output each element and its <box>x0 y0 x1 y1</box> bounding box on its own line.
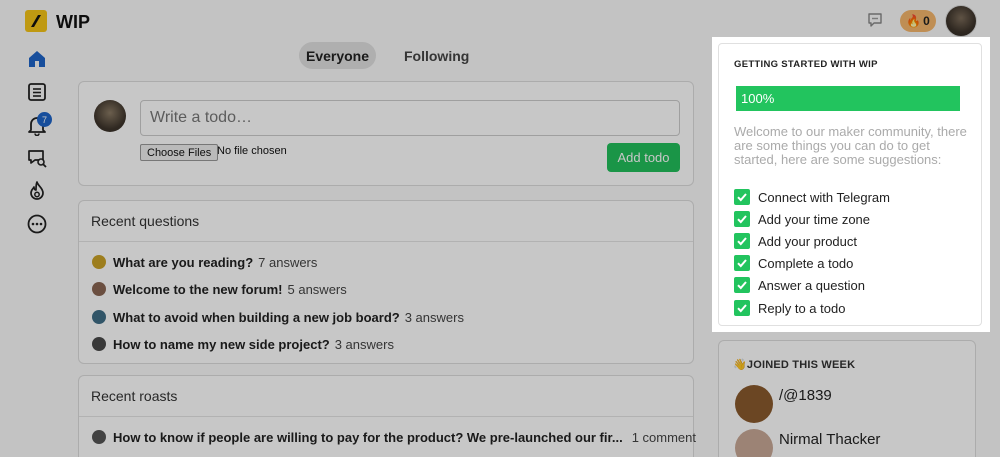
logo-icon[interactable] <box>25 10 47 32</box>
user-name[interactable]: /@1839 <box>779 387 832 404</box>
file-status-text: No file chosen <box>217 145 287 157</box>
app-title[interactable]: WIP <box>56 12 90 33</box>
user-avatar[interactable] <box>945 5 977 37</box>
checklist-item[interactable]: Complete a todo <box>734 253 853 273</box>
progress-label: 100% <box>741 91 775 106</box>
avatar <box>92 430 106 444</box>
checklist-item[interactable]: Connect with Telegram <box>734 187 890 207</box>
choose-files-button[interactable]: Choose Files <box>140 144 219 161</box>
streak-badge[interactable]: 🔥 0 <box>900 10 936 32</box>
recent-questions-heading: Recent questions <box>79 201 693 242</box>
list-item[interactable]: How to know if people are willing to pay… <box>92 427 696 447</box>
list-item[interactable]: What to avoid when building a new job bo… <box>92 307 464 327</box>
home-icon[interactable] <box>25 47 49 71</box>
user-name[interactable]: Nirmal Thacker <box>779 431 880 448</box>
checkbox-checked-icon[interactable] <box>734 255 750 271</box>
add-todo-button[interactable]: Add todo <box>607 143 680 172</box>
checkbox-checked-icon[interactable] <box>734 277 750 293</box>
tab-following[interactable]: Following <box>394 42 479 69</box>
recent-roasts-card: Recent roasts How to know if people are … <box>78 375 696 457</box>
list-item[interactable]: How to name my new side project? 3 answe… <box>92 334 394 354</box>
more-icon[interactable] <box>25 212 49 236</box>
fire-icon: 🔥 <box>906 14 922 28</box>
tab-everyone[interactable]: Everyone <box>299 42 376 69</box>
getting-started-popover: GETTING STARTED WITH WIP 100% Welcome to… <box>712 37 990 332</box>
avatar <box>92 337 106 351</box>
chat-icon[interactable] <box>866 11 884 29</box>
notification-badge: 7 <box>37 112 52 127</box>
checkbox-checked-icon[interactable] <box>734 300 750 316</box>
checkbox-checked-icon[interactable] <box>734 189 750 205</box>
list-icon[interactable] <box>25 80 49 104</box>
list-item[interactable]: What are you reading? 7 answers <box>92 252 317 272</box>
checklist-item[interactable]: Add your product <box>734 231 857 251</box>
list-item[interactable]: Welcome to the new forum! 5 answers <box>92 279 347 299</box>
checklist-item[interactable]: Add your time zone <box>734 209 870 229</box>
todo-input[interactable]: Write a todo… <box>140 100 680 136</box>
avatar <box>92 255 106 269</box>
todo-composer: Write a todo… Choose Files No file chose… <box>78 81 694 186</box>
avatar <box>92 282 106 296</box>
avatar <box>92 310 106 324</box>
progress-bar: 100% <box>736 86 960 111</box>
joined-heading: 👋JOINED THIS WEEK <box>733 359 856 371</box>
checklist-item[interactable]: Reply to a todo <box>734 298 845 318</box>
streak-count: 0 <box>923 14 930 28</box>
joined-this-week-card: 👋JOINED THIS WEEK /@1839 Nirmal Thacker <box>718 340 976 457</box>
chat-search-icon[interactable] <box>25 146 49 170</box>
recent-questions-card: Recent questions What are you reading? 7… <box>78 200 694 364</box>
getting-started-panel: GETTING STARTED WITH WIP 100% Welcome to… <box>718 43 982 326</box>
getting-started-description: Welcome to our maker community, there ar… <box>734 124 967 167</box>
avatar[interactable] <box>735 385 773 423</box>
recent-roasts-heading: Recent roasts <box>79 376 693 417</box>
getting-started-title: GETTING STARTED WITH WIP <box>734 59 878 70</box>
fire-icon[interactable] <box>25 179 49 203</box>
avatar[interactable] <box>735 429 773 457</box>
checkbox-checked-icon[interactable] <box>734 211 750 227</box>
checklist-item[interactable]: Answer a question <box>734 275 865 295</box>
checkbox-checked-icon[interactable] <box>734 233 750 249</box>
avatar <box>94 100 126 132</box>
